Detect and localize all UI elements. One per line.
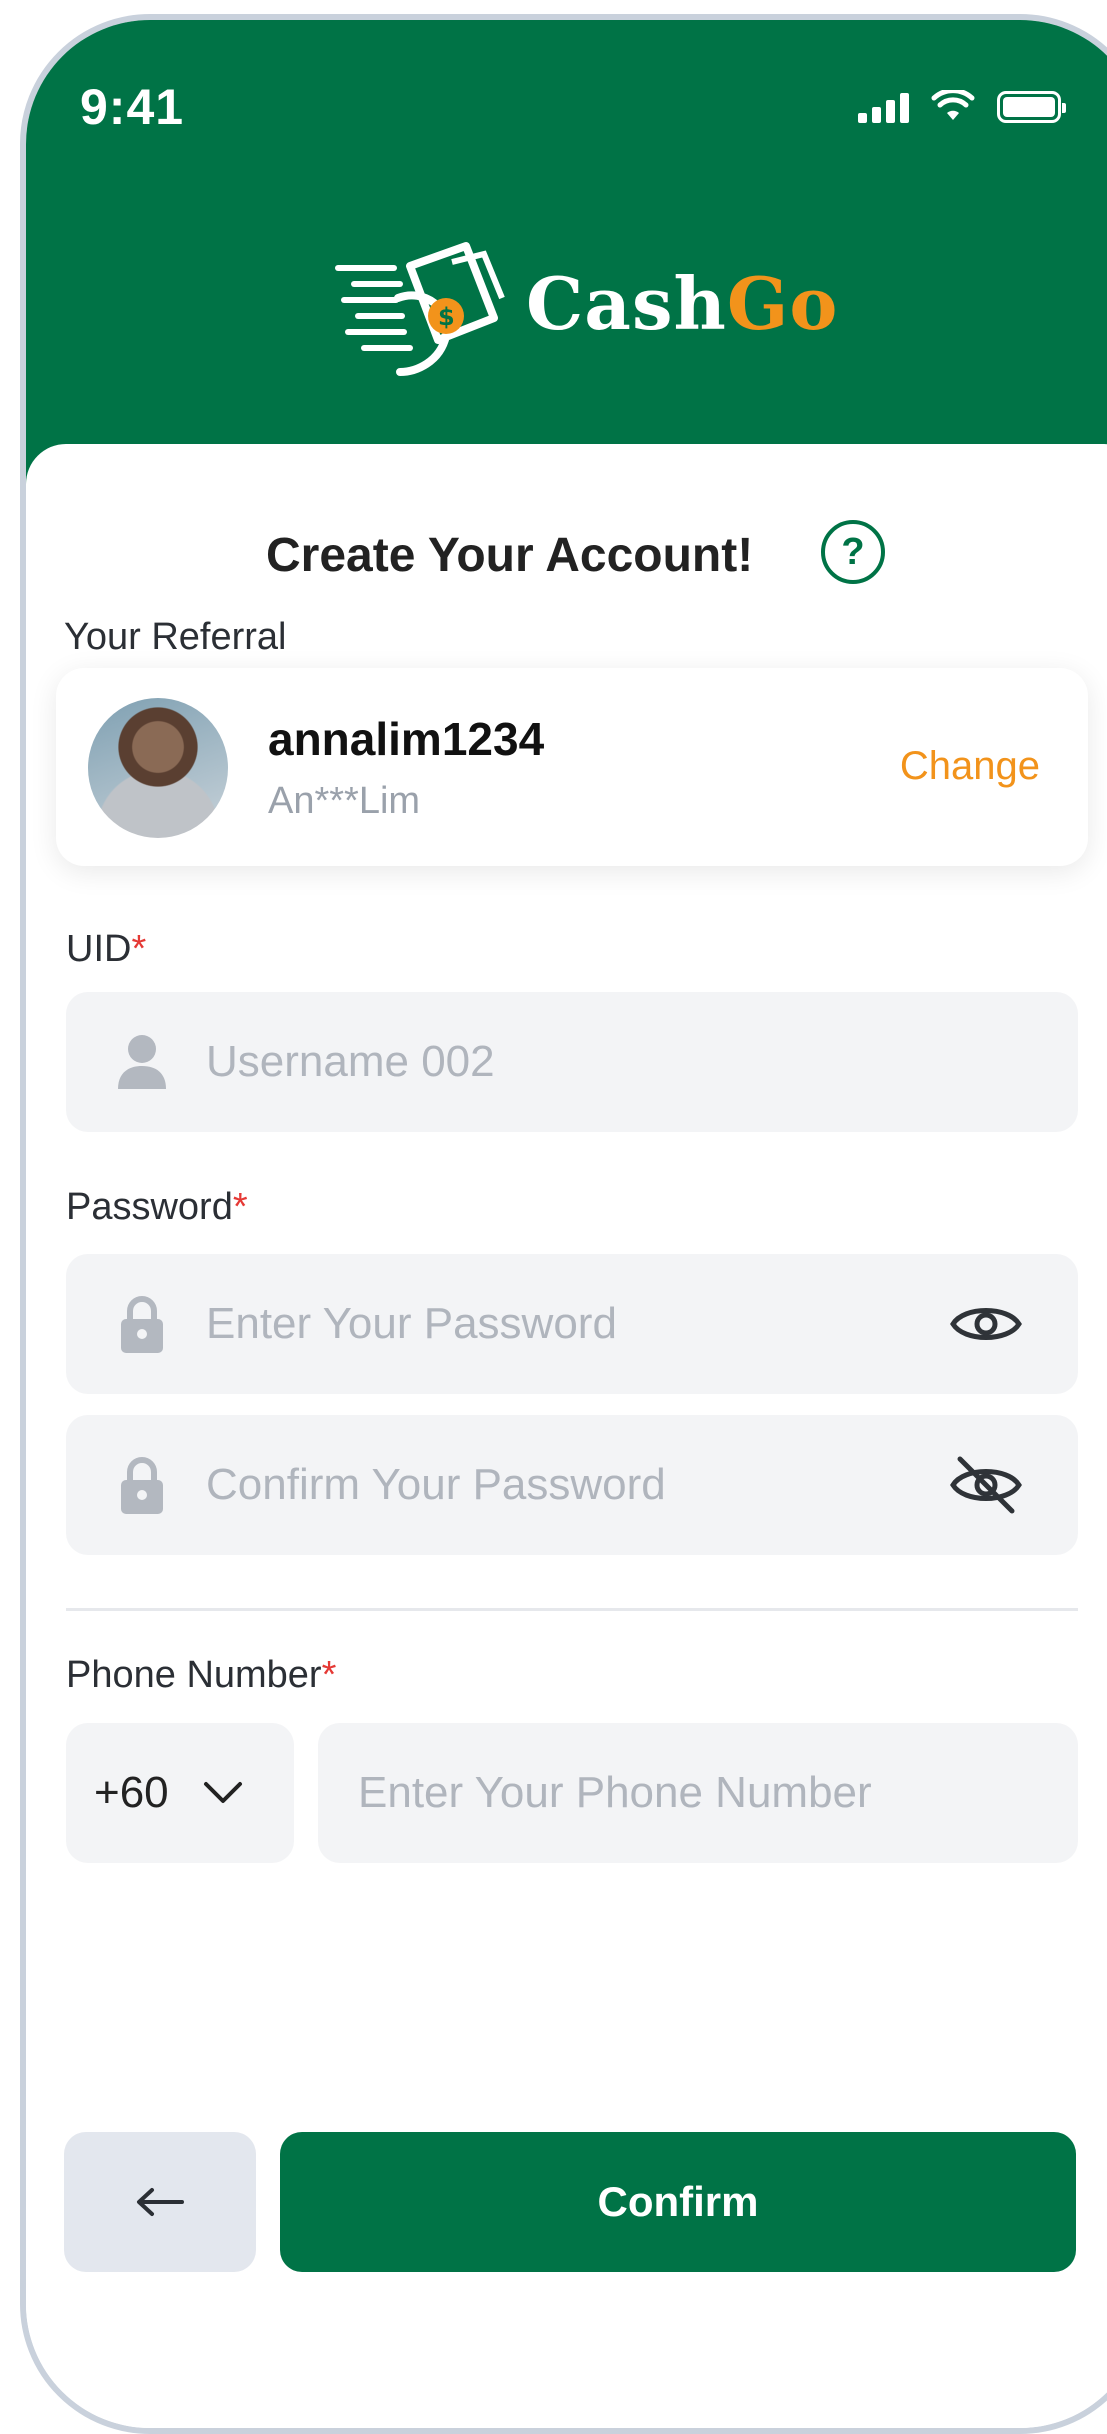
back-button[interactable] (64, 2132, 256, 2272)
page-title: Create Your Account! (266, 529, 754, 582)
cash-logo-icon: $ (335, 242, 505, 376)
password-label: Password* (66, 1186, 248, 1228)
confirm-password-placeholder: Confirm Your Password (206, 1460, 666, 1509)
question-circle-icon[interactable]: ? (821, 520, 885, 584)
status-icons (858, 90, 1066, 124)
phone-number-input[interactable]: Enter Your Phone Number (318, 1723, 1078, 1863)
referral-display-name: An***Lim (268, 780, 421, 822)
required-mark: * (321, 1654, 337, 1696)
confirm-password-input[interactable]: Confirm Your Password (66, 1415, 1078, 1555)
phone-label: Phone Number* (66, 1654, 337, 1696)
arrow-left-icon (137, 2188, 184, 2216)
uid-placeholder: Username 002 (206, 1037, 495, 1086)
referral-label: Your Referral (64, 616, 287, 658)
avatar (88, 698, 228, 838)
brand-logo: $ CashGo (334, 228, 838, 378)
uid-input[interactable]: Username 002 (66, 992, 1078, 1132)
user-icon (114, 1034, 170, 1090)
password-input[interactable]: Enter Your Password (66, 1254, 1078, 1394)
logo-text-go: Go (726, 260, 839, 346)
form-card: Create Your Account! ? Your Referral ann… (26, 444, 1107, 2428)
wifi-icon (931, 90, 975, 120)
status-time: 9:41 (80, 79, 185, 135)
app-header: 9:41 $ CashGo (26, 20, 1107, 490)
eye-icon[interactable] (946, 1284, 1026, 1364)
country-code-select[interactable]: +60 (66, 1723, 294, 1863)
password-placeholder: Enter Your Password (206, 1299, 617, 1348)
country-code-value: +60 (94, 1768, 169, 1817)
title-row: Create Your Account! ? (26, 516, 1107, 586)
divider (66, 1608, 1078, 1611)
lock-icon (114, 1457, 170, 1514)
eye-off-icon[interactable] (946, 1445, 1026, 1525)
signal-icon (858, 91, 909, 123)
chevron-down-icon (203, 1782, 242, 1803)
lock-icon (114, 1296, 170, 1353)
required-mark: * (131, 928, 147, 970)
battery-icon (997, 91, 1066, 123)
phone-frame: 9:41 $ CashGo Create Your Account! ? You… (20, 14, 1107, 2434)
logo-text-cash: Cash (526, 260, 727, 346)
svg-text:$: $ (438, 303, 455, 331)
required-mark: * (232, 1186, 248, 1228)
confirm-button[interactable]: Confirm (280, 2132, 1076, 2272)
change-referral-button[interactable]: Change (900, 744, 1040, 789)
referral-card: annalim1234 An***Lim Change (56, 668, 1088, 866)
uid-label: UID* (66, 928, 147, 970)
referral-username: annalim1234 (268, 713, 545, 765)
phone-placeholder: Enter Your Phone Number (358, 1768, 872, 1817)
